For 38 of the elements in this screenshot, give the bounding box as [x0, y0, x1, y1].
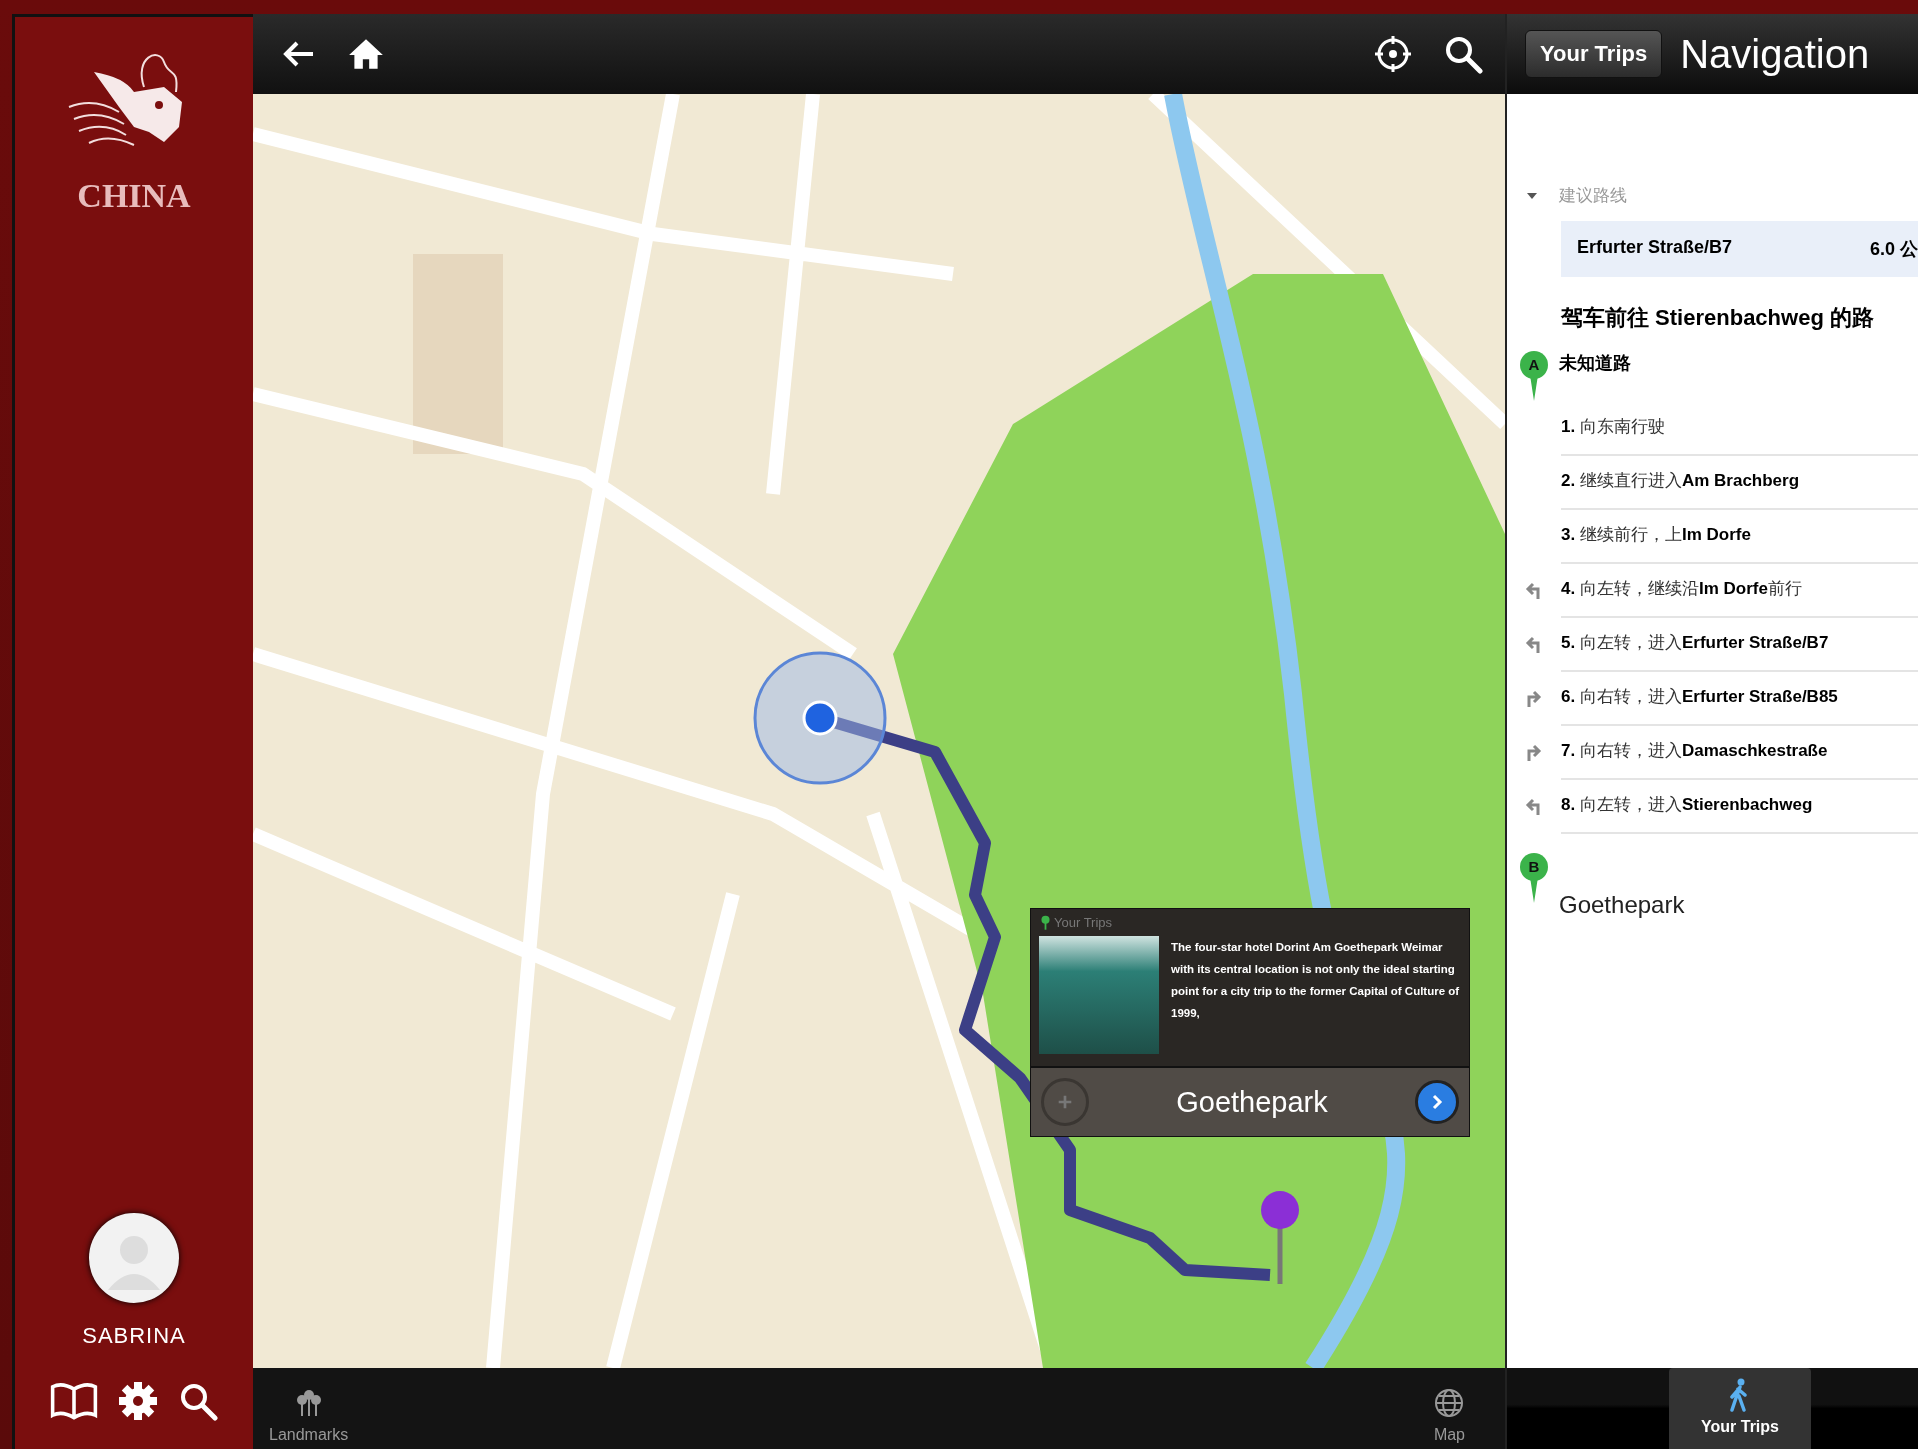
direction-step[interactable]: 2. 继续直行进入Am Brachberg: [1561, 454, 1918, 510]
home-icon[interactable]: [347, 37, 385, 71]
book-icon[interactable]: [50, 1382, 98, 1420]
header-title: Navigation: [1680, 31, 1870, 77]
direction-step[interactable]: 4. 向左转，继续沿Im Dorfe前行: [1561, 562, 1918, 618]
direction-step[interactable]: 6. 向右转，进入Erfurter Straße/B85: [1561, 670, 1918, 726]
route-name: Erfurter Straße/B7: [1577, 237, 1733, 259]
popup-header: Your Trips: [1054, 915, 1113, 930]
avatar[interactable]: [89, 1213, 179, 1303]
settings-icon[interactable]: [118, 1381, 158, 1421]
start-location: 未知道路: [1559, 352, 1631, 375]
user-name: SABRINA: [82, 1323, 186, 1349]
details-button[interactable]: [1415, 1080, 1459, 1124]
direction-step[interactable]: 3. 继续前行，上Im Dorfe: [1561, 508, 1918, 564]
caret-icon[interactable]: [1527, 192, 1537, 199]
globe-icon: [1434, 1387, 1465, 1418]
crosshair-icon[interactable]: [1373, 34, 1413, 74]
plus-icon: [1056, 1093, 1074, 1111]
search-icon[interactable]: [178, 1381, 218, 1421]
direction-step[interactable]: 7. 向右转，进入Damaschkestraße: [1561, 724, 1918, 780]
tab[interactable]: Your Trips: [1669, 1368, 1811, 1449]
popup-description: The four-star hotel Dorint Am Goethepark Weimar with its central location is not only the ideal starting point for a city trip to the former Capital of Culture of 1999,: [1171, 940, 1461, 1021]
direction-step[interactable]: 1. 向东南行驶: [1561, 400, 1918, 456]
direction-step[interactable]: 5. 向左转，进入Erfurter Straße/B7: [1561, 616, 1918, 672]
pin-icon: [1041, 915, 1050, 930]
tab[interactable]: Map: [1433, 1373, 1465, 1444]
destination-name: Goethepark: [1559, 891, 1685, 919]
route-summary[interactable]: Erfurter Straße/B7 6.0 公: [1561, 221, 1918, 277]
search-icon[interactable]: [1443, 34, 1483, 74]
route-distance: 6.0 公: [1869, 238, 1918, 261]
direction-step[interactable]: 8. 向左转，进入Stierenbachweg: [1561, 778, 1918, 834]
tab[interactable]: Landmarks: [269, 1373, 349, 1444]
route-heading: 驾车前往 Stierenbachweg 的路: [1561, 304, 1875, 332]
back-button[interactable]: Your Trips: [1525, 30, 1663, 78]
popup-title: Goethepark: [1175, 1085, 1329, 1119]
section-label: 建议路线: [1559, 185, 1627, 207]
logo-text: CHINA: [77, 177, 191, 215]
street-map-drawing[interactable]: [253, 94, 1505, 1368]
